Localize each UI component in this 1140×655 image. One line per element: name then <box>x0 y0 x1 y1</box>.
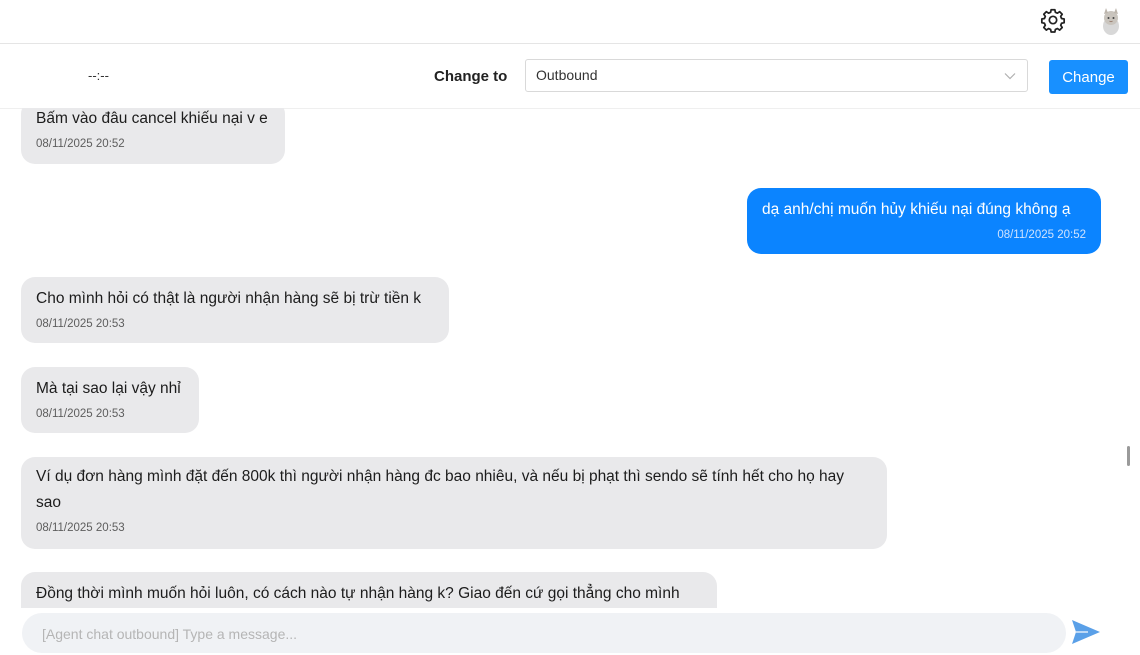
scrollbar-thumb[interactable] <box>1127 446 1130 466</box>
message-time: 08/11/2025 20:53 <box>36 408 125 420</box>
message-bubble: Cho mình hỏi có thật là người nhận hàng … <box>21 277 449 343</box>
message-bubble: Mà tại sao lại vậy nhỉ 08/11/2025 20:53 <box>21 367 199 433</box>
message-time: 08/11/2025 20:52 <box>36 138 125 150</box>
message-text: Cho mình hỏi có thật là người nhận hàng … <box>36 290 422 307</box>
change-to-label: Change to <box>434 68 508 85</box>
message-text: dạ anh/chị muốn hủy khiếu nại đúng không… <box>762 201 1071 218</box>
gear-icon[interactable] <box>1040 7 1066 33</box>
channel-select-value: Outbound <box>536 67 598 83</box>
call-timer: --:-- <box>88 68 109 83</box>
message-bubble: dạ anh/chị muốn hủy khiếu nại đúng không… <box>747 188 1101 254</box>
message-input[interactable] <box>40 613 1054 655</box>
message-list[interactable]: Bấm vào đâu cancel khiếu nại v e 08/11/2… <box>0 108 1140 608</box>
channel-control-bar: --:-- Change to Outbound Change <box>0 44 1140 109</box>
message-text: Ví dụ đơn hàng mình đặt đến 800k thì ngư… <box>36 468 845 511</box>
chevron-down-icon <box>1004 73 1016 80</box>
message-composer <box>22 613 1066 655</box>
message-text: Bấm vào đâu cancel khiếu nại v e <box>36 110 268 127</box>
message-bubble: Ví dụ đơn hàng mình đặt đến 800k thì ngư… <box>21 457 887 549</box>
send-icon[interactable] <box>1070 616 1102 648</box>
channel-select[interactable]: Outbound <box>525 59 1028 92</box>
change-button[interactable]: Change <box>1049 60 1128 94</box>
avatar[interactable] <box>1098 6 1124 36</box>
message-time: 08/11/2025 20:53 <box>36 522 125 534</box>
message-bubble: Đồng thời mình muốn hỏi luôn, có cách nà… <box>21 572 717 608</box>
message-time: 08/11/2025 20:53 <box>36 318 125 330</box>
message-time: 08/11/2025 20:52 <box>997 229 1086 241</box>
message-text: Mà tại sao lại vậy nhỉ <box>36 380 181 397</box>
top-bar <box>0 0 1140 44</box>
message-bubble: Bấm vào đâu cancel khiếu nại v e 08/11/2… <box>21 108 285 164</box>
message-text: Đồng thời mình muốn hỏi luôn, có cách nà… <box>36 585 680 602</box>
